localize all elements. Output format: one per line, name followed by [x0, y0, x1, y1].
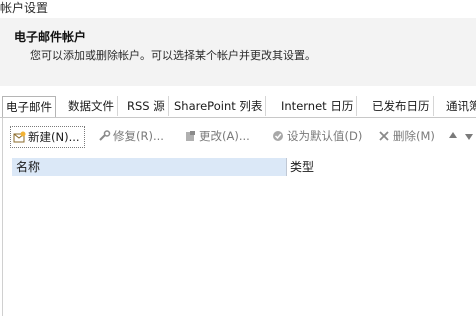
tab-data-files[interactable]: 数据文件 [65, 96, 118, 116]
window-title: 帐户设置 [0, 1, 49, 15]
new-email-icon [13, 129, 26, 143]
column-header-name[interactable]: 名称 [12, 158, 286, 176]
set-default-label: 设为默认值(D) [287, 129, 363, 143]
column-separator[interactable] [286, 158, 287, 176]
new-account-button[interactable]: 新建(N)... [10, 126, 85, 148]
tab-published-calendars[interactable]: 已发布日历 [369, 96, 434, 116]
tab-sharepoint-lists[interactable]: SharePoint 列表 [171, 96, 267, 116]
repair-tool-icon [98, 128, 111, 141]
delete-x-icon [378, 128, 391, 141]
account-list[interactable] [12, 176, 474, 316]
tab-email[interactable]: 电子邮件 [2, 96, 56, 118]
new-account-label: 新建(N)... [28, 130, 80, 144]
repair-account-label: 修复(R)... [113, 129, 164, 143]
change-account-label: 更改(A)... [199, 129, 250, 143]
tab-rss-feeds[interactable]: RSS 源 [124, 96, 169, 116]
delete-account-button[interactable]: 删除(M) [378, 126, 435, 146]
move-up-button[interactable] [448, 126, 463, 146]
account-list-header: 名称 类型 [12, 158, 474, 176]
tab-strip: 电子邮件 数据文件 RSS 源 SharePoint 列表 Internet 日… [0, 96, 476, 118]
page-description: 您可以添加或删除帐户。可以选择某个帐户并更改其设置。 [30, 49, 316, 62]
page-heading: 电子邮件帐户 [14, 30, 87, 44]
column-header-type[interactable]: 类型 [290, 158, 314, 176]
move-down-button[interactable] [464, 126, 476, 146]
tab-internet-calendars[interactable]: Internet 日历 [278, 96, 358, 116]
arrow-down-icon [464, 128, 476, 140]
account-settings-window: 帐户设置 电子邮件帐户 您可以添加或删除帐户。可以选择某个帐户并更改其设置。 电… [0, 0, 476, 316]
set-default-button[interactable]: 设为默认值(D) [272, 126, 362, 146]
change-account-button[interactable]: 更改(A)... [184, 126, 250, 146]
repair-account-button[interactable]: 修复(R)... [98, 126, 164, 146]
change-settings-icon [184, 128, 197, 141]
tab-address-books[interactable]: 通讯簿 [443, 96, 476, 116]
checkmark-circle-icon [272, 128, 285, 141]
delete-account-label: 删除(M) [393, 129, 435, 143]
arrow-up-icon [448, 128, 461, 140]
